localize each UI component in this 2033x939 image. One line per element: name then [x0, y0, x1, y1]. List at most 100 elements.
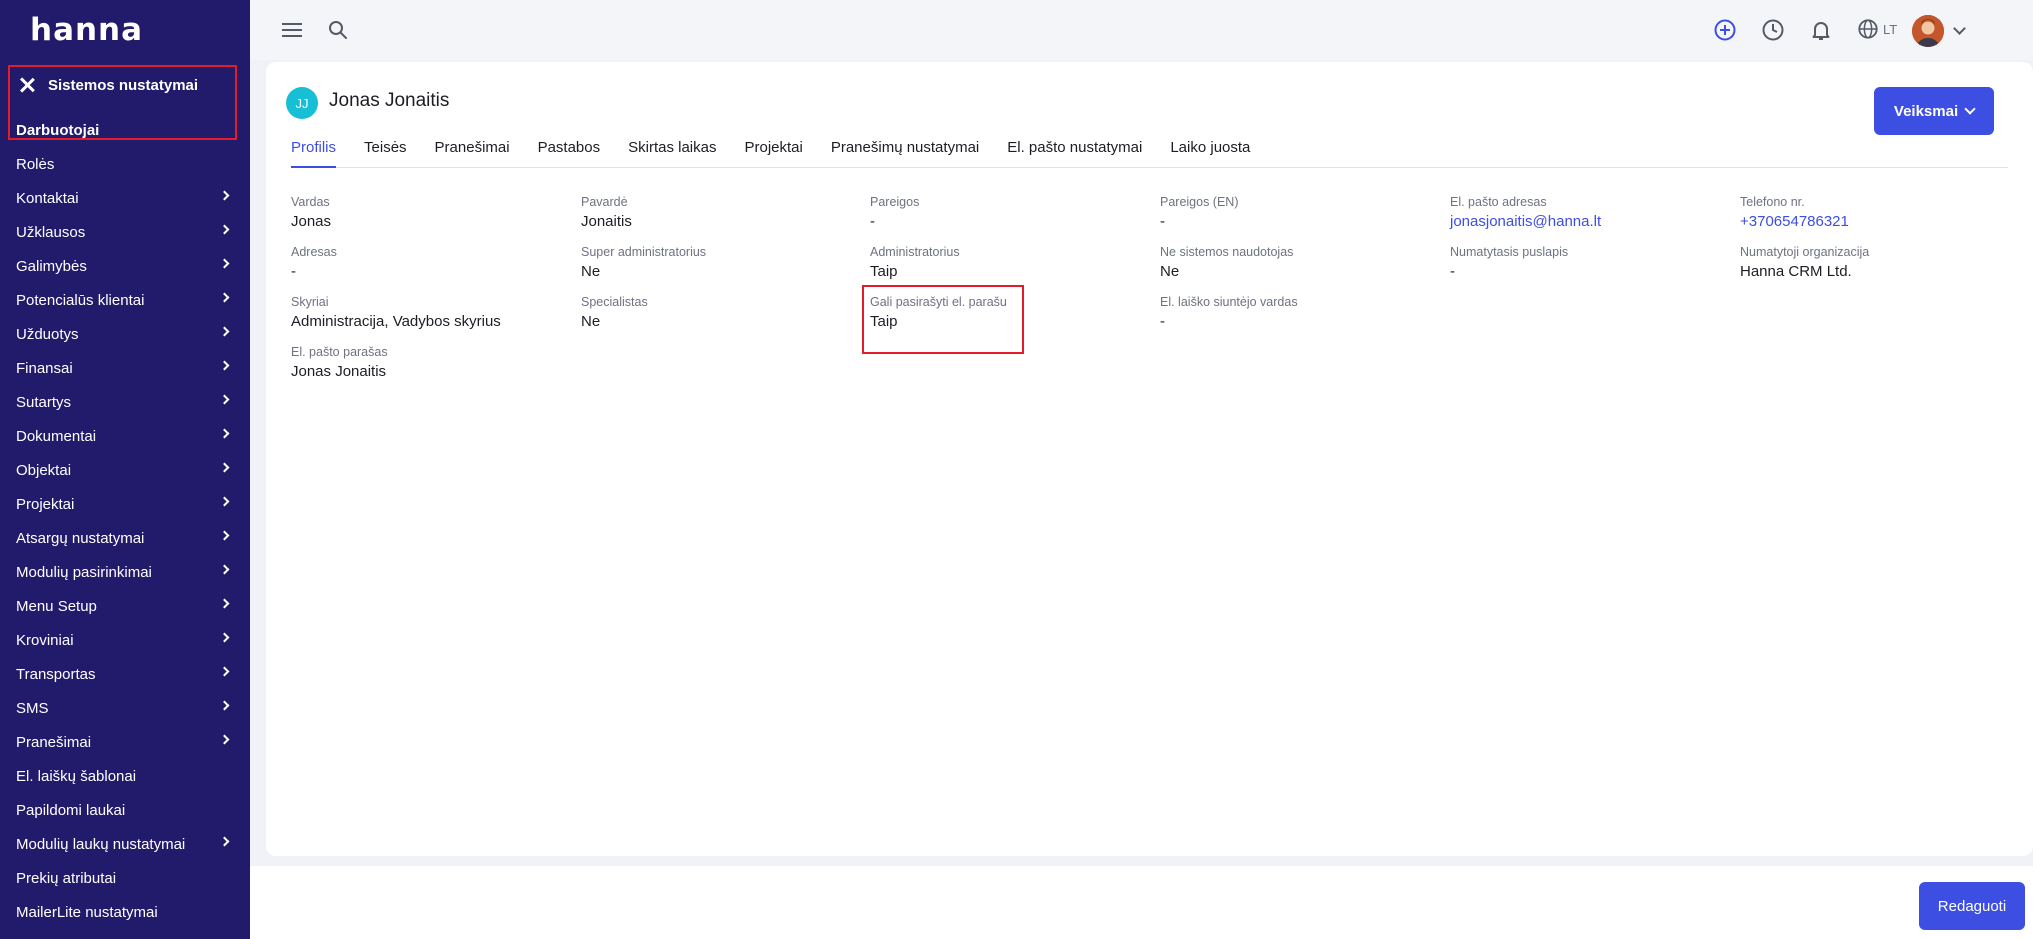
sidebar-item[interactable]: Modulių pasirinkimai	[0, 555, 250, 589]
clock-icon[interactable]	[1761, 18, 1785, 42]
tab[interactable]: Pranešimai	[435, 138, 510, 168]
phone-link[interactable]: +370654786321	[1740, 213, 2020, 230]
tab[interactable]: Skirtas laikas	[628, 138, 716, 168]
sidebar-item-label: Dokumentai	[16, 427, 97, 445]
field-value: -	[870, 213, 875, 230]
sidebar-item[interactable]: Kontaktai	[0, 181, 250, 215]
sidebar-item[interactable]: Užklausos	[0, 215, 250, 249]
close-icon[interactable]	[18, 76, 36, 94]
sidebar-item[interactable]: Objektai	[0, 453, 250, 487]
sidebar-item[interactable]: Projektai	[0, 487, 250, 521]
sidebar-item[interactable]: Užduotys	[0, 317, 250, 351]
field-highlight-box	[862, 285, 1024, 354]
avatar[interactable]	[1912, 15, 1944, 47]
field-email: El. pašto adresas jonasjonaitis@hanna.lt	[1450, 195, 1730, 230]
tab[interactable]: Teisės	[364, 138, 407, 168]
sidebar-item[interactable]: Papildomi laukai	[0, 793, 250, 827]
field-label: Numatytasis puslapis	[1450, 245, 1569, 259]
menu-icon[interactable]	[282, 22, 302, 38]
language-switcher[interactable]: LT	[1857, 18, 1897, 40]
sidebar-item[interactable]: MailerLite nustatymai	[0, 895, 250, 929]
chevron-right-icon	[219, 700, 230, 710]
chevron-right-icon	[219, 632, 230, 642]
sidebar-item[interactable]: Atsargų nustatymai	[0, 521, 250, 555]
app-logo[interactable]: hanna	[30, 12, 143, 48]
chevron-down-icon[interactable]	[1953, 22, 1966, 35]
tab[interactable]: Projektai	[744, 138, 802, 168]
field-value: Hanna CRM Ltd.	[1740, 263, 1852, 280]
sidebar-item[interactable]: El. laiškų šablonai	[0, 759, 250, 793]
chevron-right-icon	[219, 224, 230, 234]
chevron-right-icon	[219, 292, 230, 302]
bell-icon[interactable]	[1809, 18, 1833, 42]
sidebar-item-label: Modulių pasirinkimai	[16, 563, 152, 581]
sidebar-item[interactable]: Kroviniai	[0, 623, 250, 657]
tab[interactable]: Pastabos	[538, 138, 601, 168]
sidebar-item-label: Projektai	[16, 495, 75, 513]
email-link[interactable]: jonasjonaitis@hanna.lt	[1450, 213, 1730, 230]
field-adresas: Adresas -	[291, 245, 571, 280]
sidebar-item-label: SMS	[16, 699, 49, 717]
sidebar-item[interactable]: SMS	[0, 691, 250, 725]
field-admin: Administratorius Taip	[870, 245, 1150, 280]
sidebar-item[interactable]: Darbuotojai	[0, 113, 250, 147]
field-value: Ne	[581, 263, 601, 280]
field-pareigos-en: Pareigos (EN) -	[1160, 195, 1440, 230]
actions-button-label: Veiksmai	[1893, 102, 1959, 120]
field-phone: Telefono nr. +370654786321	[1740, 195, 2020, 230]
sidebar-item-label: Modulių laukų nustatymai	[16, 835, 186, 853]
chevron-right-icon	[219, 496, 230, 506]
sidebar-item[interactable]: Ataskaitų suvestinės kūrimas	[0, 929, 250, 939]
sidebar-item-label: MailerLite nustatymai	[16, 903, 158, 921]
field-vardas: Vardas Jonas	[291, 195, 571, 230]
chevron-right-icon	[219, 564, 230, 574]
field-pareigos: Pareigos -	[870, 195, 1150, 230]
tab[interactable]: Laiko juosta	[1170, 138, 1250, 168]
sidebar-item[interactable]: Menu Setup	[0, 589, 250, 623]
sidebar-item-label: Potencialūs klientai	[16, 291, 145, 309]
sidebar-item-label: Kroviniai	[16, 631, 74, 649]
chevron-right-icon	[219, 360, 230, 370]
sidebar-item[interactable]: Prekių atributai	[0, 861, 250, 895]
sidebar-item-label: Finansai	[16, 359, 73, 377]
edit-button[interactable]: Redaguoti	[1919, 882, 2025, 930]
field-value: Ne	[1160, 263, 1180, 280]
page-title: Jonas Jonaitis	[329, 90, 450, 111]
sidebar-item[interactable]: Transportas	[0, 657, 250, 691]
sidebar-item[interactable]: Modulių laukų nustatymai	[0, 827, 250, 861]
sidebar-item-label: Užklausos	[16, 223, 86, 241]
chevron-right-icon	[219, 428, 230, 438]
field-pavarde: Pavardė Jonaitis	[581, 195, 861, 230]
sidebar-item[interactable]: Galimybės	[0, 249, 250, 283]
globe-icon	[1858, 19, 1878, 39]
sidebar-item[interactable]: Rolės	[0, 147, 250, 181]
field-label: El. pašto parašas	[291, 345, 388, 359]
field-label: Numatytoji organizacija	[1740, 245, 1870, 259]
search-icon[interactable]	[328, 20, 348, 40]
sidebar-item-label: Pranešimai	[16, 733, 92, 751]
sidebar-item[interactable]: Sutartys	[0, 385, 250, 419]
tab[interactable]: Profilis	[291, 138, 337, 168]
profile-card: JJ Jonas Jonaitis Veiksmai Profilis Teisė…	[266, 62, 2033, 856]
field-value: Administracija, Vadybos skyrius	[291, 313, 501, 330]
actions-button[interactable]: Veiksmai	[1874, 87, 1994, 135]
field-value: -	[1160, 213, 1165, 230]
sidebar-item-label: Užduotys	[16, 325, 79, 343]
tab[interactable]: Pranešimų nustatymai	[831, 138, 979, 168]
field-label: El. laiško siuntėjo vardas	[1160, 295, 1298, 309]
field-numatytoji-organizacija: Numatytoji organizacija Hanna CRM Ltd.	[1740, 245, 2020, 280]
language-code: LT	[1883, 21, 1898, 37]
field-label: Telefono nr.	[1740, 195, 1805, 209]
field-value: Taip	[870, 263, 898, 280]
plus-circle-icon[interactable]	[1713, 18, 1737, 42]
chevron-right-icon	[219, 190, 230, 200]
user-initials-avatar: JJ	[286, 87, 318, 119]
sidebar-section-header[interactable]: Sistemos nustatymai	[18, 74, 198, 96]
field-value: Jonaitis	[581, 213, 632, 230]
tab[interactable]: El. pašto nustatymai	[1007, 138, 1142, 168]
sidebar-item[interactable]: Dokumentai	[0, 419, 250, 453]
sidebar-item[interactable]: Pranešimai	[0, 725, 250, 759]
sidebar-item[interactable]: Potencialūs klientai	[0, 283, 250, 317]
field-label: Administratorius	[870, 245, 960, 259]
sidebar-item[interactable]: Finansai	[0, 351, 250, 385]
